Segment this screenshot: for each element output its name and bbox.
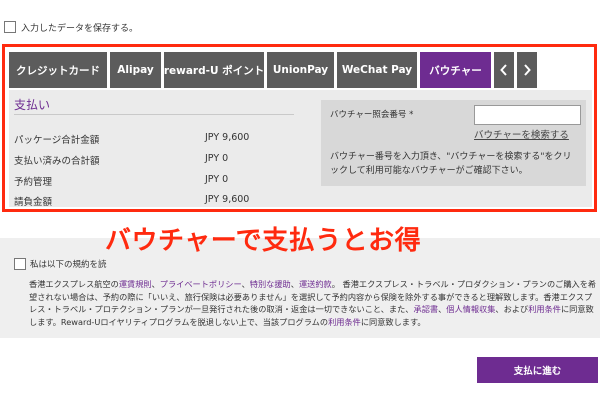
terms-heading: 私は以下の規約を読	[30, 260, 107, 270]
tab-reward-u-points[interactable]: reward-U ポイント	[164, 52, 264, 88]
tab-unionpay[interactable]: UnionPay	[267, 52, 334, 88]
payment-method-tabs: クレジットカード Alipay reward-U ポイント UnionPay W…	[9, 52, 554, 88]
special-assistance-link[interactable]: 特別な援助	[250, 279, 291, 289]
booking-management-label: 予約管理	[14, 177, 53, 188]
privacy-policy-link[interactable]: プライベートポリシー	[160, 279, 242, 289]
tab-wechat-pay[interactable]: WeChat Pay	[337, 52, 417, 88]
paid-total-value: JPY 0	[205, 153, 229, 164]
tab-credit-card[interactable]: クレジットカード	[9, 52, 107, 88]
tab-voucher[interactable]: バウチャー	[420, 52, 491, 88]
payment-title: 支払い	[14, 98, 51, 112]
conditions-of-carriage-link[interactable]: 運送約款	[299, 279, 332, 289]
amount-due-label: 請負金額	[14, 197, 53, 208]
fare-rules-link[interactable]: 運賃規則	[119, 279, 152, 289]
proceed-to-payment-button[interactable]: 支払に進む	[477, 357, 598, 383]
tab-alipay[interactable]: Alipay	[110, 52, 161, 88]
reward-u-terms-link[interactable]: 利用条件	[328, 317, 361, 327]
save-data-label: 入力したデータを保存する。	[21, 23, 139, 34]
terms-text: 、および	[495, 304, 529, 314]
payment-title-divider	[14, 114, 294, 115]
personal-info-collection-link[interactable]: 個人情報収集	[446, 304, 495, 314]
chevron-left-icon	[500, 64, 507, 76]
booking-management-value: JPY 0	[205, 174, 229, 185]
amount-due-value: JPY 9,600	[205, 194, 250, 205]
chevron-right-icon	[524, 64, 531, 76]
package-total-label: パッケージ合計金額	[14, 135, 100, 146]
voucher-number-label: バウチャー照会番号 *	[330, 110, 414, 120]
payment-panel: 支払い パッケージ合計金額 JPY 9,600 支払い済みの合計額 JPY 0 …	[9, 90, 592, 208]
search-voucher-link[interactable]: バウチャーを検索する	[474, 127, 569, 141]
save-data-checkbox[interactable]	[4, 21, 16, 33]
tab-next-button[interactable]	[517, 52, 537, 88]
paid-total-label: 支払い済みの合計額	[14, 156, 100, 167]
tab-prev-button[interactable]	[494, 52, 514, 88]
voucher-box: バウチャー照会番号 * バウチャーを検索する バウチャー番号を入力頂き、"バウチ…	[321, 100, 586, 186]
terms-body: 香港エクスプレス航空の運賃規則、プライベートポリシー、特別な援助、運送約款。 香…	[29, 278, 597, 328]
terms-text: に同意致します。	[360, 316, 426, 327]
terms-text: 香港エクスプレス航空の	[29, 279, 119, 289]
terms-text: 、	[151, 279, 160, 289]
terms-text: 、	[241, 279, 250, 289]
voucher-promo-banner: バウチャーで支払うとお得	[105, 226, 422, 256]
terms-text: 、	[290, 279, 299, 289]
payment-highlight-frame: クレジットカード Alipay reward-U ポイント UnionPay W…	[2, 44, 597, 212]
save-data-row: 入力したデータを保存する。	[4, 20, 138, 34]
voucher-description: バウチャー番号を入力頂き、"バウチャーを検索する"をクリックして利用可能なバウチ…	[330, 152, 572, 176]
voucher-number-input[interactable]	[474, 105, 581, 125]
approval-letter-link[interactable]: 承認書	[414, 304, 439, 314]
terms-agree-checkbox[interactable]	[14, 258, 26, 270]
package-total-value: JPY 9,600	[205, 132, 250, 143]
terms-of-use-link[interactable]: 利用条件	[528, 304, 561, 314]
